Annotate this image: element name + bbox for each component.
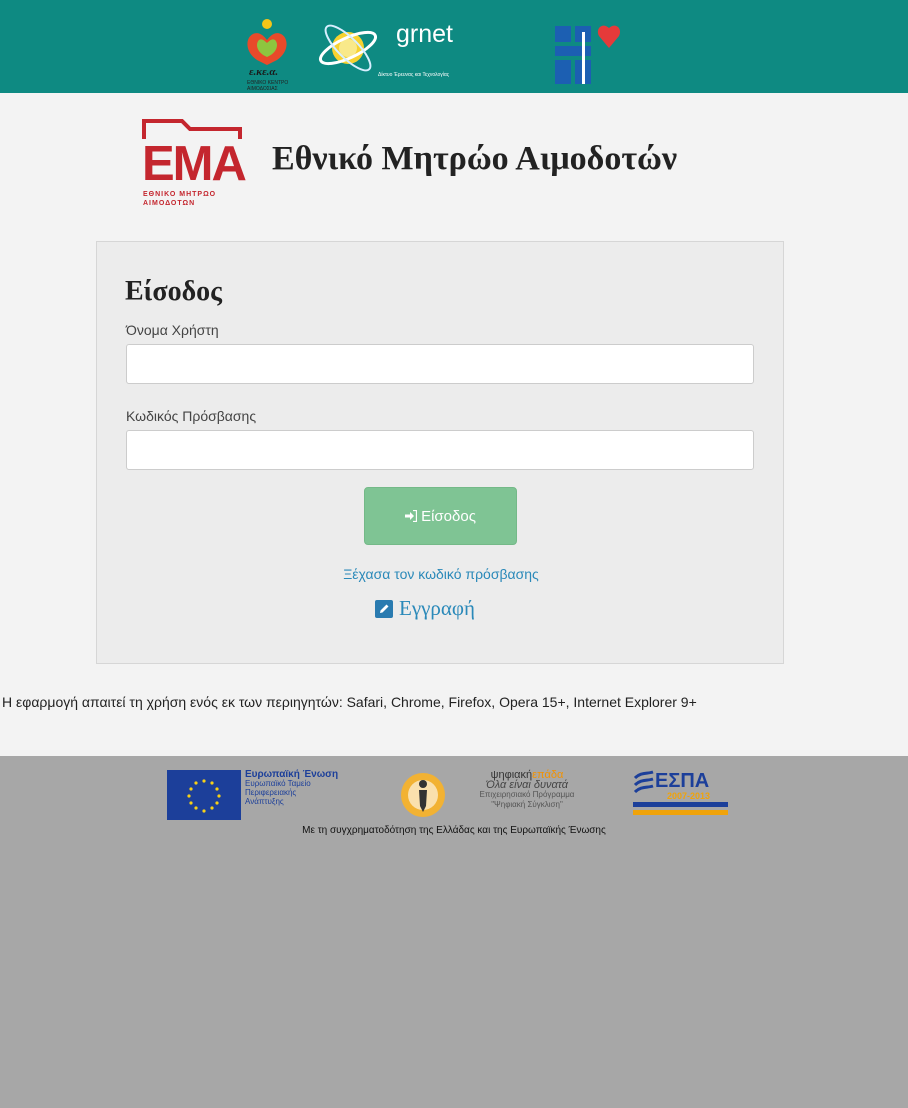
login-panel: Είσοδος Όνομα Χρήστη Κωδικός Πρόσβασης Ε… [96, 241, 784, 664]
footer-caption: Με τη συγχρηματοδότηση της Ελλάδας και τ… [302, 825, 606, 836]
ekea-logo: ε.κε.α. ΕΘΝΙΚΟ ΚΕΝΤΡΟ ΑΙΜΟΔΟΣΙΑΣ [243, 18, 313, 92]
page-title: Εθνικό Μητρώο Αιμοδοτών [272, 140, 678, 177]
espa-wave-icon [633, 770, 654, 794]
sign-in-icon [405, 510, 418, 522]
ekea-logo-subtitle: ΕΘΝΙΚΟ ΚΕΝΤΡΟ ΑΙΜΟΔΟΣΙΑΣ [247, 80, 289, 92]
digital-line-2: Όλα είναι δυνατά [485, 779, 569, 791]
espa-bar-orange [633, 810, 728, 815]
espa-logo-years: 2007-2013 [667, 791, 711, 801]
password-label: Κωδικός Πρόσβασης [126, 408, 257, 424]
top-banner: ε.κε.α. ΕΘΝΙΚΟ ΚΕΝΤΡΟ ΑΙΜΟΔΟΣΙΑΣ grnet Δ… [0, 0, 908, 93]
ekea-heart-icon [247, 19, 287, 65]
eu-line-4: Ανάπτυξης [245, 797, 284, 806]
login-button[interactable]: Είσοδος [364, 487, 517, 545]
digital-figure-icon [401, 773, 445, 817]
espa-logo-text: ΕΣΠΑ [655, 770, 710, 792]
eu-line-1: Ευρωπαϊκή Ένωση [245, 769, 339, 780]
eu-stars-icon [187, 779, 221, 813]
username-label: Όνομα Χρήστη [126, 322, 219, 338]
eu-line-2: Ευρωπαϊκό Ταμείο [245, 779, 311, 788]
ekea-logo-text: ε.κε.α. [249, 66, 279, 78]
register-link[interactable]: Εγγραφή [375, 596, 475, 621]
grnet-logo-text: grnet [396, 20, 453, 48]
digital-convergence-logo [399, 770, 447, 820]
ema-logo-subtitle-1: ΕΘΝΙΚΟ ΜΗΤΡΩΟ [143, 191, 217, 198]
browser-requirements-note: Η εφαρμογή απαιτεί τη χρήση ενός εκ των … [2, 694, 697, 710]
ema-logo-text: ΕΜΑ [142, 137, 247, 191]
username-input[interactable] [126, 344, 754, 384]
espa-logo: ΕΣΠΑ 2007-2013 [633, 770, 728, 822]
ema-logo: ΕΜΑ ΕΘΝΙΚΟ ΜΗΤΡΩΟ ΑΙΜΟΔΟΤΩΝ [142, 117, 247, 213]
health-cross-icon [555, 25, 621, 84]
eu-line-3: Περιφερειακής [245, 788, 297, 797]
ema-logo-subtitle-2: ΑΙΜΟΔΟΤΩΝ [143, 200, 196, 207]
eu-fund-text: Ευρωπαϊκή Ένωση Ευρωπαϊκό Ταμείο Περιφερ… [245, 769, 339, 807]
grnet-logo-subtitle: Δίκτυο Έρευνας και Τεχνολογίας [378, 72, 450, 78]
register-link-label: Εγγραφή [399, 596, 475, 620]
digital-line-4: "Ψηφιακή Σύγκλιση" [491, 800, 563, 809]
footer: Ευρωπαϊκή Ένωση Ευρωπαϊκό Ταμείο Περιφερ… [0, 756, 908, 1108]
edit-icon [375, 599, 393, 618]
digital-convergence-text: ψηφιακήεπάδα Όλα είναι δυνατά Επιχειρησι… [452, 770, 602, 810]
password-input[interactable] [126, 430, 754, 470]
espa-bar-blue [633, 802, 728, 807]
login-heading: Είσοδος [125, 276, 222, 307]
login-button-label: Είσοδος [421, 507, 476, 525]
forgot-password-link[interactable]: Ξέχασα τον κωδικό πρόσβασης [97, 566, 785, 582]
eu-flag-logo [167, 770, 241, 820]
grnet-logo: grnet Δίκτυο Έρευνας και Τεχνολογίας [314, 10, 546, 88]
digital-line-3: Επιχειρησιακό Πρόγραμμα [479, 790, 575, 799]
ministry-health-logo [555, 22, 627, 86]
